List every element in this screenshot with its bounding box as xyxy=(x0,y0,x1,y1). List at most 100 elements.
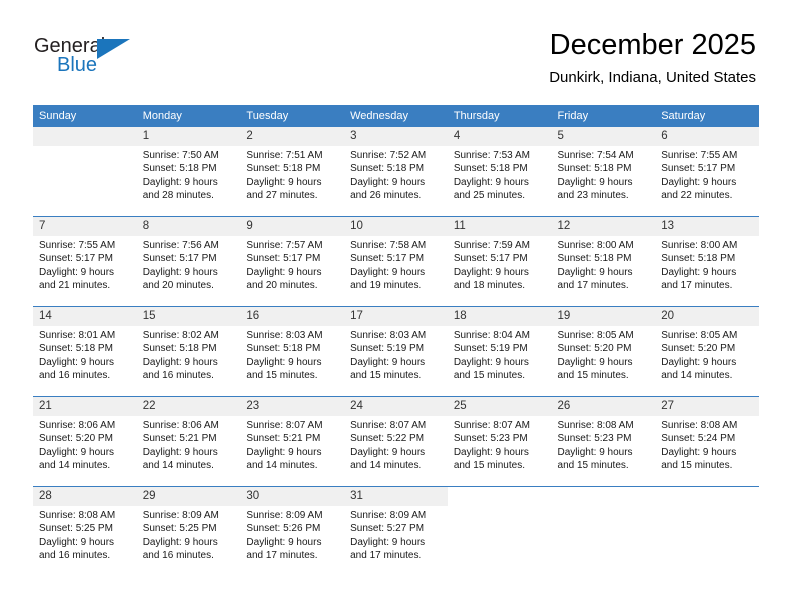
daylight-text-line2: and 28 minutes. xyxy=(142,189,214,201)
day-cell-inner: 18 Sunrise: 8:04 AM Sunset: 5:19 PM Dayl… xyxy=(447,307,552,396)
day-cell[interactable]: 5 Sunrise: 7:54 AM Sunset: 5:18 PM Dayli… xyxy=(551,127,656,217)
day-cell[interactable]: 21 Sunrise: 8:06 AM Sunset: 5:20 PM Dayl… xyxy=(33,396,137,487)
day-cell[interactable]: 2 Sunrise: 7:51 AM Sunset: 5:18 PM Dayli… xyxy=(240,127,345,217)
day-cell-inner: 31 Sunrise: 8:09 AM Sunset: 5:27 PM Dayl… xyxy=(344,487,448,576)
day-cell[interactable]: 22 Sunrise: 8:06 AM Sunset: 5:21 PM Dayl… xyxy=(136,396,241,487)
sunrise-text: Sunrise: 7:51 AM xyxy=(246,150,323,161)
sunrise-text: Sunrise: 7:56 AM xyxy=(142,240,219,251)
daylight-text-line2: and 15 minutes. xyxy=(350,369,422,381)
day-cell-inner: 5 Sunrise: 7:54 AM Sunset: 5:18 PM Dayli… xyxy=(551,127,656,216)
day-details: Sunrise: 8:05 AM Sunset: 5:20 PM Dayligh… xyxy=(655,326,759,382)
day-cell-inner xyxy=(551,487,656,576)
sunset-text: Sunset: 5:19 PM xyxy=(350,343,425,355)
daylight-text-line2: and 15 minutes. xyxy=(557,369,629,381)
day-number: 5 xyxy=(551,127,656,146)
day-cell[interactable]: 6 Sunrise: 7:55 AM Sunset: 5:17 PM Dayli… xyxy=(655,127,759,217)
day-cell-inner: 27 Sunrise: 8:08 AM Sunset: 5:24 PM Dayl… xyxy=(655,397,759,486)
day-details: Sunrise: 8:07 AM Sunset: 5:21 PM Dayligh… xyxy=(240,416,344,472)
day-number: 12 xyxy=(551,217,656,236)
day-number: 11 xyxy=(447,217,552,236)
day-cell-empty xyxy=(551,486,656,576)
day-cell-empty xyxy=(655,486,759,576)
daylight-text-line1: Daylight: 9 hours xyxy=(142,266,218,278)
day-cell[interactable]: 16 Sunrise: 8:03 AM Sunset: 5:18 PM Dayl… xyxy=(240,306,345,397)
day-cell[interactable]: 7 Sunrise: 7:55 AM Sunset: 5:17 PM Dayli… xyxy=(33,216,137,307)
day-cell-inner: 25 Sunrise: 8:07 AM Sunset: 5:23 PM Dayl… xyxy=(447,397,552,486)
sunrise-text: Sunrise: 7:55 AM xyxy=(661,150,738,161)
day-cell[interactable]: 23 Sunrise: 8:07 AM Sunset: 5:21 PM Dayl… xyxy=(240,396,345,487)
weekday-header-friday: Friday xyxy=(551,105,656,127)
daylight-text-line2: and 17 minutes. xyxy=(661,279,733,291)
sunset-text: Sunset: 5:18 PM xyxy=(350,163,425,175)
sunset-text: Sunset: 5:23 PM xyxy=(557,433,632,445)
daylight-text-line1: Daylight: 9 hours xyxy=(246,176,322,188)
daylight-text-line1: Daylight: 9 hours xyxy=(142,176,218,188)
day-cell-inner: 10 Sunrise: 7:58 AM Sunset: 5:17 PM Dayl… xyxy=(344,217,448,306)
sunrise-text: Sunrise: 8:05 AM xyxy=(661,330,738,341)
day-cell[interactable]: 11 Sunrise: 7:59 AM Sunset: 5:17 PM Dayl… xyxy=(447,216,552,307)
day-cell[interactable]: 8 Sunrise: 7:56 AM Sunset: 5:17 PM Dayli… xyxy=(136,216,241,307)
day-cell-inner: 21 Sunrise: 8:06 AM Sunset: 5:20 PM Dayl… xyxy=(33,397,137,486)
sunset-text: Sunset: 5:22 PM xyxy=(350,433,425,445)
day-cell[interactable]: 25 Sunrise: 8:07 AM Sunset: 5:23 PM Dayl… xyxy=(447,396,552,487)
day-cell[interactable]: 3 Sunrise: 7:52 AM Sunset: 5:18 PM Dayli… xyxy=(344,127,448,217)
day-details: Sunrise: 7:50 AM Sunset: 5:18 PM Dayligh… xyxy=(137,146,241,202)
day-cell[interactable]: 29 Sunrise: 8:09 AM Sunset: 5:25 PM Dayl… xyxy=(136,486,241,576)
daylight-text-line2: and 20 minutes. xyxy=(142,279,214,291)
sunset-text: Sunset: 5:20 PM xyxy=(661,343,736,355)
daylight-text-line2: and 14 minutes. xyxy=(350,459,422,471)
sunrise-text: Sunrise: 8:07 AM xyxy=(246,420,323,431)
week-row: 14 Sunrise: 8:01 AM Sunset: 5:18 PM Dayl… xyxy=(33,306,759,397)
day-cell[interactable]: 18 Sunrise: 8:04 AM Sunset: 5:19 PM Dayl… xyxy=(447,306,552,397)
day-details xyxy=(33,146,137,149)
day-details: Sunrise: 8:03 AM Sunset: 5:18 PM Dayligh… xyxy=(240,326,344,382)
day-cell[interactable]: 19 Sunrise: 8:05 AM Sunset: 5:20 PM Dayl… xyxy=(551,306,656,397)
sunset-text: Sunset: 5:17 PM xyxy=(39,253,113,265)
day-number: 16 xyxy=(240,307,345,326)
day-cell[interactable]: 1 Sunrise: 7:50 AM Sunset: 5:18 PM Dayli… xyxy=(136,127,241,217)
daylight-text-line1: Daylight: 9 hours xyxy=(661,176,737,188)
day-cell[interactable]: 15 Sunrise: 8:02 AM Sunset: 5:18 PM Dayl… xyxy=(136,306,241,397)
calendar-page: General Blue December 2025 Dunkirk, Indi… xyxy=(0,0,792,612)
day-cell[interactable]: 13 Sunrise: 8:00 AM Sunset: 5:18 PM Dayl… xyxy=(655,216,759,307)
day-cell[interactable]: 27 Sunrise: 8:08 AM Sunset: 5:24 PM Dayl… xyxy=(655,396,759,487)
day-cell[interactable]: 17 Sunrise: 8:03 AM Sunset: 5:19 PM Dayl… xyxy=(344,306,448,397)
day-cell[interactable]: 24 Sunrise: 8:07 AM Sunset: 5:22 PM Dayl… xyxy=(344,396,448,487)
sunset-text: Sunset: 5:18 PM xyxy=(453,163,528,175)
day-details: Sunrise: 8:07 AM Sunset: 5:23 PM Dayligh… xyxy=(448,416,552,472)
daylight-text-line2: and 15 minutes. xyxy=(453,369,525,381)
day-cell-inner: 13 Sunrise: 8:00 AM Sunset: 5:18 PM Dayl… xyxy=(655,217,759,306)
day-number: 8 xyxy=(136,217,241,236)
general-blue-logo[interactable]: General Blue xyxy=(34,35,144,80)
day-cell[interactable]: 4 Sunrise: 7:53 AM Sunset: 5:18 PM Dayli… xyxy=(447,127,552,217)
sunrise-text: Sunrise: 8:04 AM xyxy=(453,330,530,341)
day-cell[interactable]: 26 Sunrise: 8:08 AM Sunset: 5:23 PM Dayl… xyxy=(551,396,656,487)
daylight-text-line2: and 15 minutes. xyxy=(661,459,733,471)
day-details: Sunrise: 8:00 AM Sunset: 5:18 PM Dayligh… xyxy=(552,236,656,292)
sunrise-text: Sunrise: 8:03 AM xyxy=(246,330,323,341)
day-number: 4 xyxy=(447,127,552,146)
day-cell-inner: 6 Sunrise: 7:55 AM Sunset: 5:17 PM Dayli… xyxy=(655,127,759,216)
day-number: 22 xyxy=(136,397,241,416)
day-cell[interactable]: 20 Sunrise: 8:05 AM Sunset: 5:20 PM Dayl… xyxy=(655,306,759,397)
day-cell[interactable]: 10 Sunrise: 7:58 AM Sunset: 5:17 PM Dayl… xyxy=(344,216,448,307)
day-cell[interactable]: 12 Sunrise: 8:00 AM Sunset: 5:18 PM Dayl… xyxy=(551,216,656,307)
sunset-text: Sunset: 5:18 PM xyxy=(246,343,321,355)
day-cell[interactable]: 31 Sunrise: 8:09 AM Sunset: 5:27 PM Dayl… xyxy=(344,486,448,576)
day-number: 27 xyxy=(655,397,759,416)
sunset-text: Sunset: 5:19 PM xyxy=(453,343,528,355)
day-number: 7 xyxy=(33,217,137,236)
sunrise-text: Sunrise: 8:09 AM xyxy=(350,510,427,521)
day-cell-inner xyxy=(447,487,552,576)
day-cell-inner: 7 Sunrise: 7:55 AM Sunset: 5:17 PM Dayli… xyxy=(33,217,137,306)
day-cell[interactable] xyxy=(33,127,137,217)
day-cell-inner: 17 Sunrise: 8:03 AM Sunset: 5:19 PM Dayl… xyxy=(344,307,448,396)
calendar-body: 1 Sunrise: 7:50 AM Sunset: 5:18 PM Dayli… xyxy=(33,127,759,576)
weekday-header-sunday: Sunday xyxy=(33,105,137,127)
sunset-text: Sunset: 5:17 PM xyxy=(246,253,321,265)
day-cell[interactable]: 9 Sunrise: 7:57 AM Sunset: 5:17 PM Dayli… xyxy=(240,216,345,307)
day-cell[interactable]: 30 Sunrise: 8:09 AM Sunset: 5:26 PM Dayl… xyxy=(240,486,345,576)
day-cell-inner xyxy=(33,127,137,216)
day-cell[interactable]: 28 Sunrise: 8:08 AM Sunset: 5:25 PM Dayl… xyxy=(33,486,137,576)
day-cell[interactable]: 14 Sunrise: 8:01 AM Sunset: 5:18 PM Dayl… xyxy=(33,306,137,397)
